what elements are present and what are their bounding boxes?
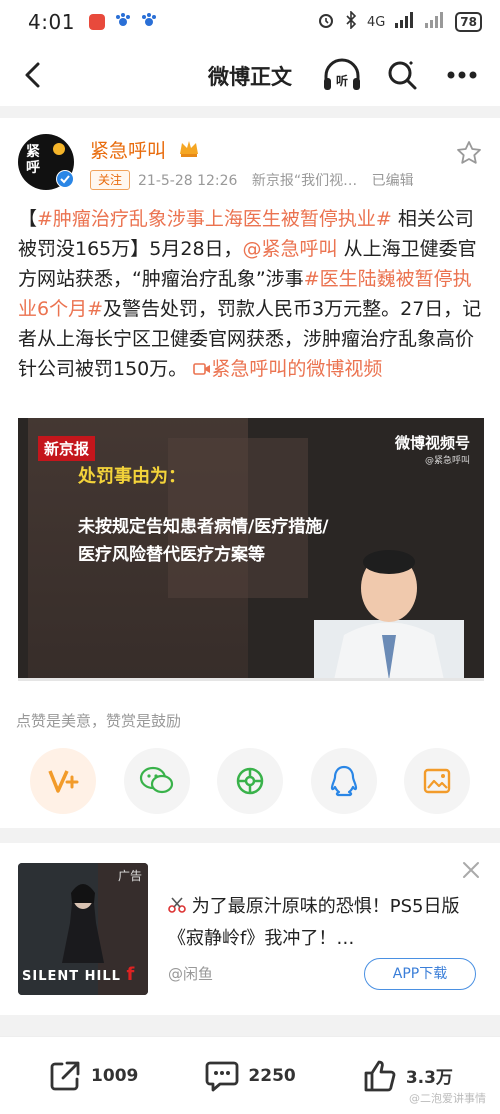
share-button[interactable]: 1009	[47, 1058, 138, 1094]
listen-button[interactable]: 听	[322, 56, 362, 94]
ad-game-name: SILENT HILL	[22, 969, 121, 984]
ad-image[interactable]: 广告 SILENT HILL f	[18, 863, 148, 995]
paw-icon	[115, 12, 131, 32]
status-system-icons: 4G 78	[317, 10, 482, 33]
svg-text:听: 听	[336, 73, 348, 88]
alarm-icon	[317, 11, 335, 33]
video-logo: 新京报	[38, 436, 96, 461]
more-button[interactable]	[442, 56, 482, 94]
reward-hint: 点赞是美意，赞赏是鼓励	[16, 712, 182, 730]
thumbs-up-icon	[364, 1060, 396, 1091]
ad-card[interactable]: 广告 SILENT HILL f 为了最原汁原味的恐惧！PS5日版《寂静岭f》我…	[0, 843, 500, 1015]
qq-icon	[330, 765, 357, 797]
post-meta: 21-5-28 12:26 新京报“我们视… 已编辑	[138, 170, 424, 190]
share-count: 1009	[91, 1065, 139, 1086]
top-nav: 微博正文 听	[0, 44, 500, 106]
like-button[interactable]: 3.3万	[362, 1058, 453, 1094]
post-time: 21-5-28 12:26	[138, 173, 238, 189]
like-count: 3.3万	[405, 1068, 453, 1088]
scissors-icon	[168, 897, 186, 913]
back-button[interactable]	[18, 58, 52, 92]
ad-tag: 广告	[117, 869, 142, 883]
share-qq-button[interactable]	[310, 748, 377, 814]
video-person-figure	[314, 550, 464, 680]
reward-button[interactable]	[30, 748, 96, 814]
status-bar: 4:01 4G 78	[0, 0, 500, 44]
post-body: 【#肿瘤治疗乱象涉事上海医生被暂停执业# 相关公司被罚没165万】5月28日，@…	[18, 204, 488, 384]
app-download-button[interactable]: APP下载	[364, 958, 476, 990]
watermark: @二泡爱讲事情	[409, 1092, 486, 1105]
video-brand-name: 微博视频号	[394, 434, 470, 452]
signal-icon-2	[425, 12, 445, 32]
video-link[interactable]: 紧急呼叫的微博视频	[193, 358, 382, 380]
image-icon	[423, 768, 451, 794]
author-name[interactable]: 紧急呼叫	[90, 136, 166, 163]
search-icon	[388, 61, 417, 90]
comment-button[interactable]: 2250	[204, 1058, 296, 1094]
mention-link[interactable]: @紧急呼叫	[243, 238, 338, 260]
more-icon	[447, 71, 477, 79]
video-caption-line2: 医疗风险替代医疗方案等	[78, 545, 265, 565]
ad-source: @闲鱼	[168, 965, 214, 983]
bracket-open: 【	[18, 208, 38, 230]
video-caption-line1: 未按规定告知患者病情/医疗措施/	[78, 517, 329, 537]
share-actions	[30, 748, 470, 814]
ad-title[interactable]: 为了最原汁原味的恐惧！PS5日版《寂静岭f》我冲了！…	[168, 891, 468, 955]
search-button[interactable]	[382, 56, 422, 94]
close-icon[interactable]	[460, 859, 482, 881]
reward-icon	[48, 770, 79, 793]
post-source[interactable]: 新京报“我们视…	[252, 173, 357, 189]
follow-button[interactable]: 关注	[90, 170, 130, 190]
headphones-icon: 听	[324, 58, 360, 90]
network-label: 4G	[366, 14, 386, 30]
share-moments-button[interactable]	[217, 748, 283, 814]
comment-icon	[206, 1061, 239, 1091]
paw-icon-2	[141, 12, 157, 32]
verified-badge	[56, 170, 74, 188]
video-link-label: 紧急呼叫的微博视频	[211, 358, 383, 380]
hashtag-link[interactable]: #肿瘤治疗乱象涉事上海医生被暂停执业#	[37, 208, 392, 230]
moments-icon	[236, 767, 264, 795]
share-icon	[50, 1061, 80, 1090]
crown-icon	[180, 141, 198, 157]
video-progress-bar[interactable]	[18, 678, 484, 681]
comment-count: 2250	[248, 1065, 296, 1086]
ad-game-title: SILENT HILL f	[22, 964, 135, 985]
ad-game-letter: f	[126, 964, 136, 985]
video-brand-sub: @紧急呼叫	[424, 456, 470, 466]
edited-label: 已编辑	[371, 173, 414, 189]
avatar-logo-text: 紧呼	[26, 144, 40, 176]
save-image-button[interactable]	[404, 748, 470, 814]
status-time: 4:01	[28, 10, 75, 34]
video-icon	[193, 363, 211, 375]
video-brand: 微博视频号 @紧急呼叫	[395, 432, 470, 466]
status-notifications	[88, 12, 157, 32]
star-icon[interactable]	[456, 140, 482, 166]
wechat-icon	[139, 766, 173, 794]
post-card: 紧呼 紧急呼叫 关注 21-5-28 12:26 新京报“我们视… 已编辑 【#…	[0, 118, 500, 828]
battery-indicator: 78	[455, 12, 482, 32]
app-notification-icon	[88, 14, 105, 30]
signal-icon	[395, 12, 415, 32]
video-player[interactable]: 新京报 微博视频号 @紧急呼叫 处罚事由为： 未按规定告知患者病情/医疗措施/ …	[18, 418, 484, 680]
ad-title-text: 为了最原汁原味的恐惧！PS5日版《寂静岭f》我冲了！…	[168, 896, 460, 949]
share-wechat-button[interactable]	[123, 748, 190, 814]
chevron-left-icon	[25, 62, 40, 88]
sun-icon	[53, 143, 65, 155]
bluetooth-icon	[345, 10, 357, 33]
video-caption-title: 处罚事由为：	[78, 466, 186, 487]
